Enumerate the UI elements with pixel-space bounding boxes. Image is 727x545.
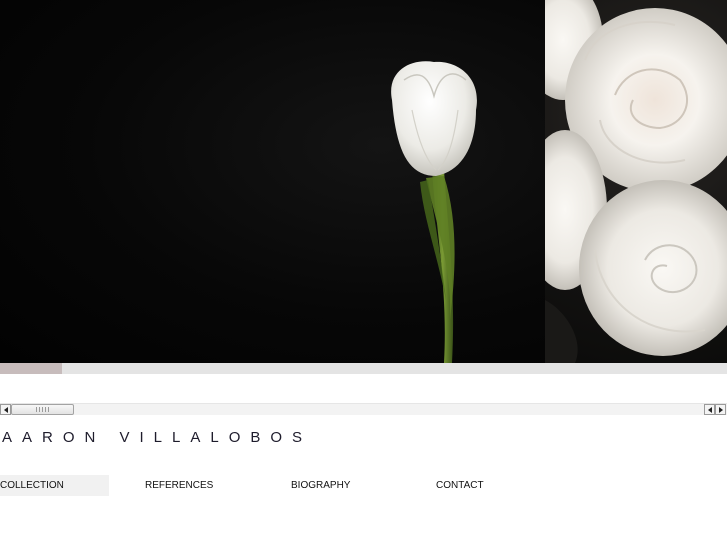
scrollbar-thumb[interactable]	[11, 404, 74, 415]
site-logo[interactable]: AARON VILLALOBOS	[2, 429, 312, 446]
main-nav: COLLECTION REFERENCES BIOGRAPHY CONTACT	[0, 475, 727, 496]
nav-item-collection[interactable]: COLLECTION	[0, 475, 109, 496]
gallery-progress-fill	[0, 363, 62, 374]
scroll-right-button[interactable]	[715, 404, 726, 415]
roses-photo[interactable]	[545, 0, 727, 363]
horizontal-scrollbar[interactable]	[0, 403, 727, 415]
triangle-right-icon	[718, 406, 723, 413]
nav-item-biography[interactable]: BIOGRAPHY	[291, 475, 350, 496]
tulip-photo[interactable]	[0, 0, 545, 363]
nav-item-contact[interactable]: CONTACT	[436, 475, 484, 496]
gallery-progress-bar[interactable]	[0, 363, 727, 374]
roses-illustration	[545, 0, 727, 363]
tulip-illustration	[391, 61, 477, 363]
triangle-left-icon	[707, 406, 712, 413]
scroll-left-button[interactable]	[0, 404, 11, 415]
image-gallery[interactable]	[0, 0, 727, 363]
triangle-left-icon	[3, 406, 8, 413]
nav-item-references[interactable]: REFERENCES	[145, 475, 213, 496]
grip-icon	[35, 407, 50, 412]
scroll-left-button-secondary[interactable]	[704, 404, 715, 415]
page: AARON VILLALOBOS COLLECTION REFERENCES B…	[0, 0, 727, 545]
